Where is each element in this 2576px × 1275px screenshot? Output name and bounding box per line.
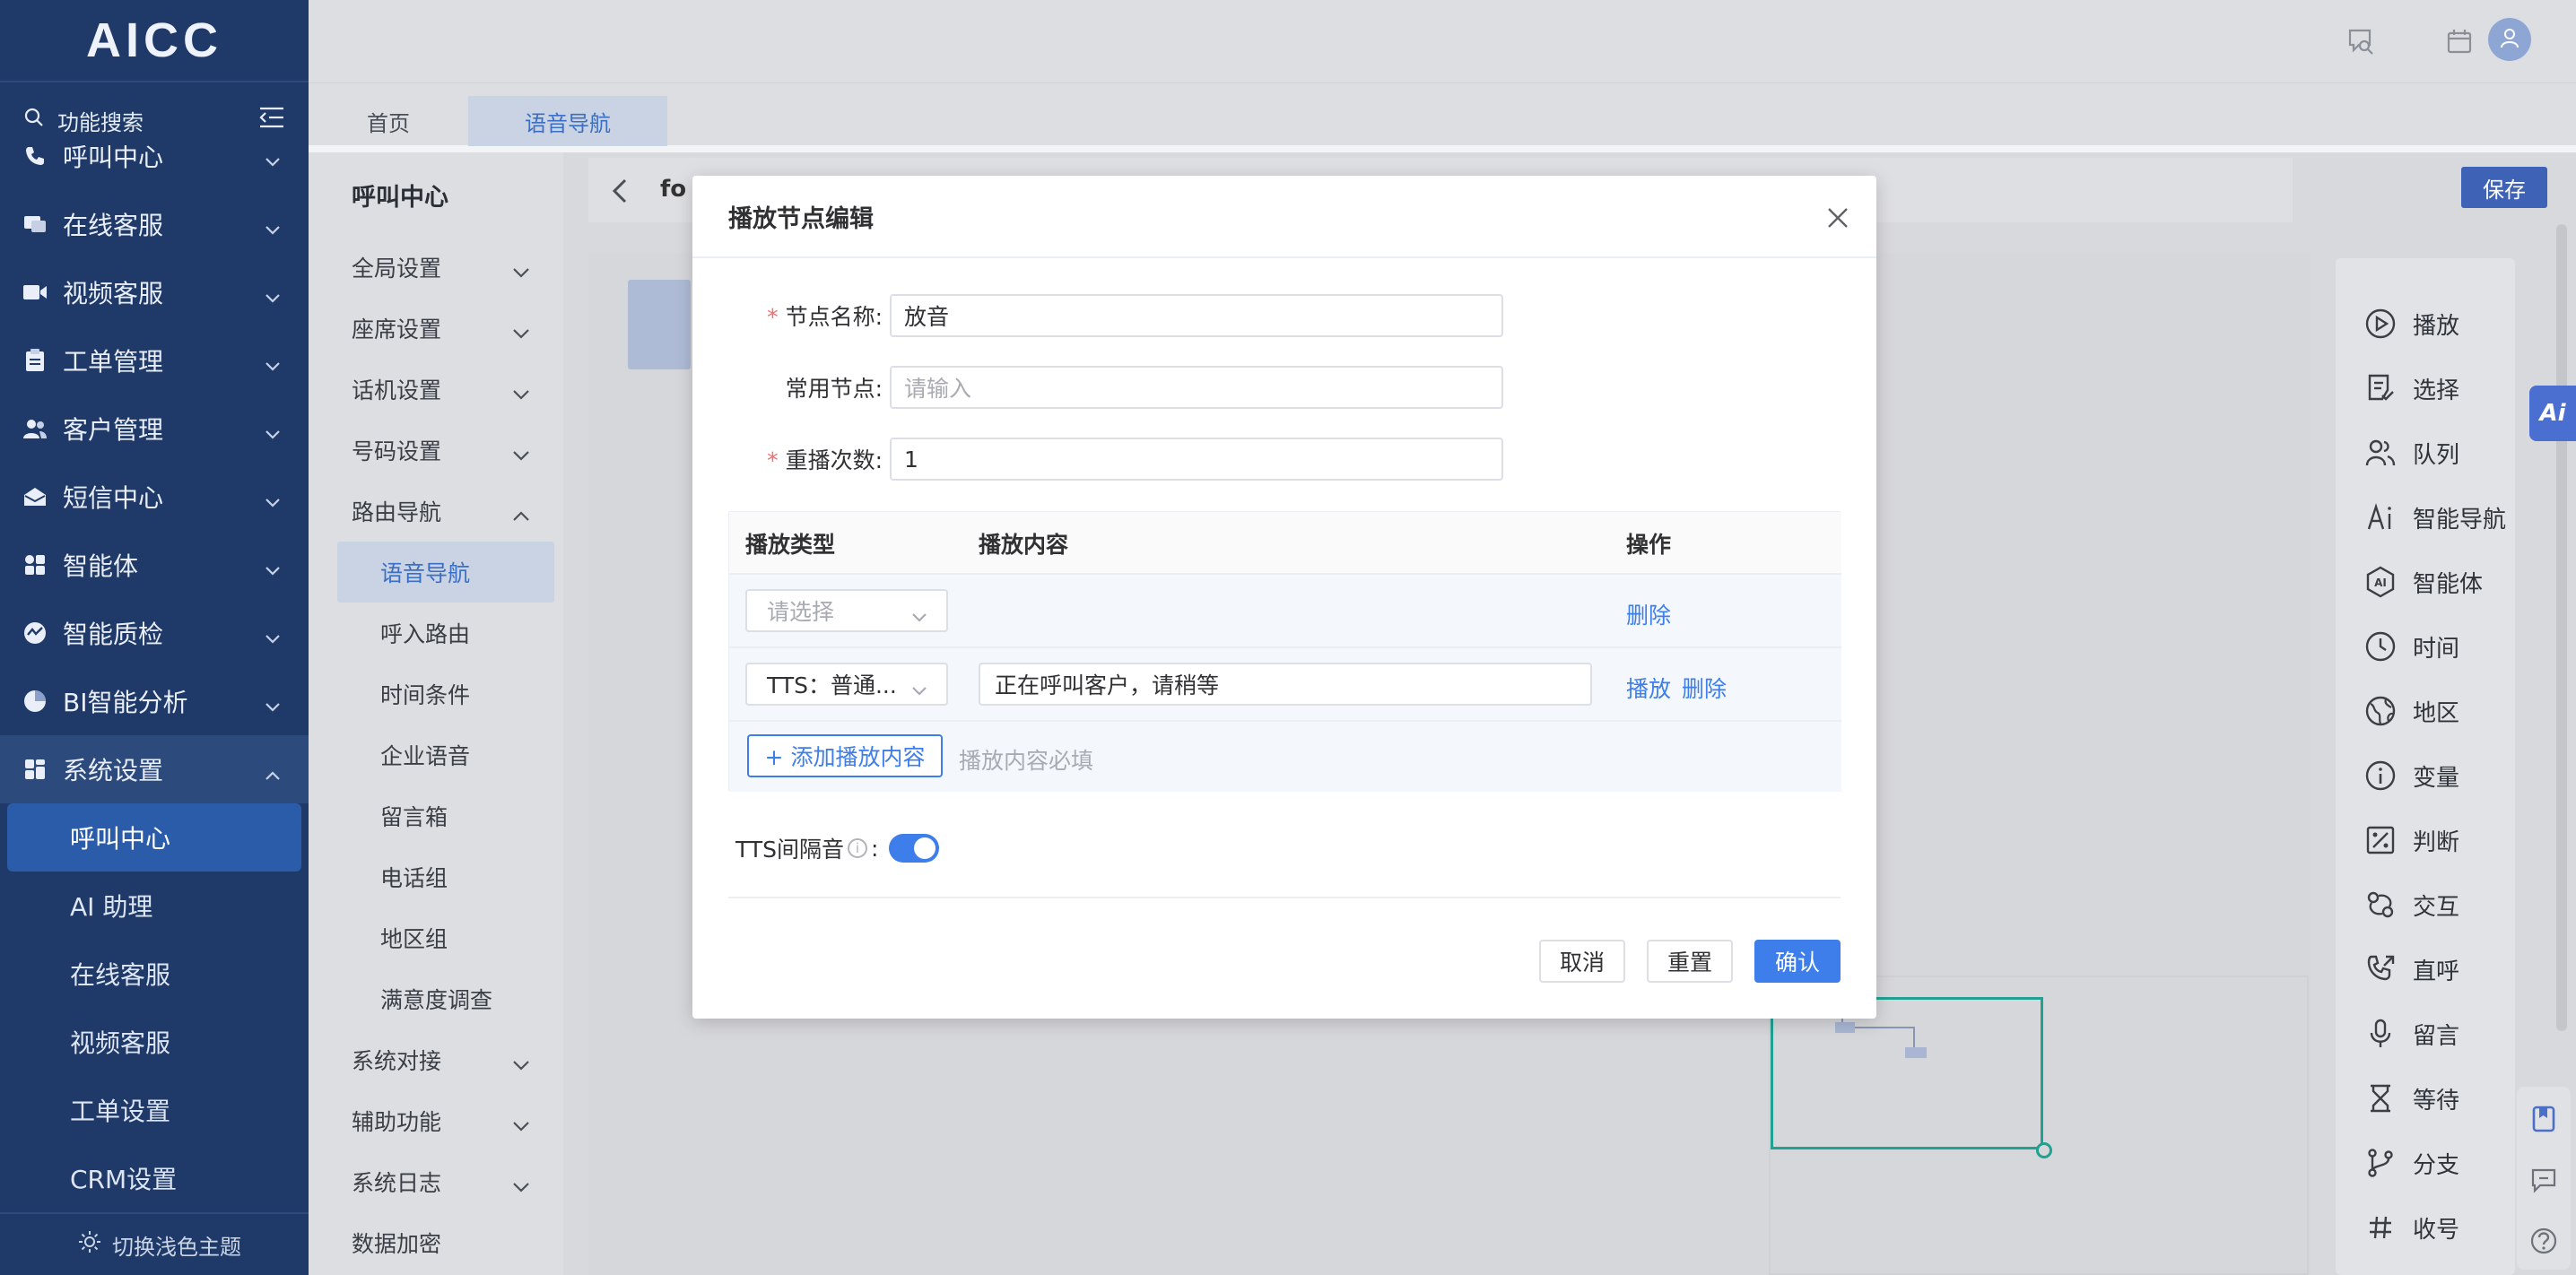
dialog-divider [728,897,1841,898]
table-row: 请选择 删除 [729,575,1841,648]
play-type-select-value: TTS：普通... [767,672,897,698]
app-root: AICC 功能搜索 呼叫中心 在线客服 视频客服 工单管理 客户管理 短信中心 … [0,0,2576,1275]
column-header-play-type: 播放类型 [745,532,836,558]
column-header-action: 操作 [1626,532,1672,558]
close-icon[interactable] [1826,206,1849,230]
play-type-select-value: 请选择 [767,599,835,625]
play-content-table: 播放类型 播放内容 操作 请选择 删除 TTS：普通... 正在呼叫客户，请稍等… [728,511,1841,792]
common-node-label: 常用节点: [785,376,883,402]
replay-count-input[interactable]: 1 [890,438,1503,481]
tts-interval-toggle[interactable] [889,834,940,863]
info-circle-icon[interactable]: i [847,838,867,858]
form-row-replay-count: * 重播次数: 1 [728,438,1503,481]
play-type-select[interactable]: TTS：普通... [745,663,948,706]
dialog-title: 播放节点编辑 [692,176,1876,258]
play-link[interactable]: 播放 [1626,672,1671,704]
delete-link[interactable]: 删除 [1626,598,1671,630]
required-mark: * [767,447,779,473]
delete-link[interactable]: 删除 [1682,672,1727,704]
confirm-button[interactable]: 确认 [1754,940,1841,983]
play-content-required-hint: 播放内容必填 [959,748,1094,774]
required-mark: * [767,304,779,330]
table-row: TTS：普通... 正在呼叫客户，请稍等 播放 删除 [729,648,1841,722]
toggle-knob [914,837,936,859]
add-content-row: + 添加播放内容 播放内容必填 [729,722,1841,792]
tts-interval-row: TTS间隔音 i : [735,827,940,870]
add-play-content-button[interactable]: + 添加播放内容 [747,734,943,777]
common-node-input[interactable]: 请输入 [890,366,1503,409]
reset-button[interactable]: 重置 [1647,940,1733,983]
column-header-play-content: 播放内容 [979,532,1069,558]
table-header: 播放类型 播放内容 操作 [729,512,1841,575]
cancel-button[interactable]: 取消 [1539,940,1625,983]
form-row-node-name: * 节点名称: 放音 [728,294,1503,337]
tts-interval-colon: : [870,835,879,862]
chevron-down-icon [910,603,928,629]
play-content-input[interactable]: 正在呼叫客户，请稍等 [979,663,1592,706]
play-node-edit-dialog: 播放节点编辑 * 节点名称: 放音 常用节点: 请输入 * 重播次数: 1 播放类型… [692,176,1876,1019]
node-name-label: * 节点名称: [767,304,883,330]
replay-count-label: * 重播次数: [767,447,883,473]
node-name-input[interactable]: 放音 [890,294,1503,337]
form-row-common-node: 常用节点: 请输入 [728,366,1503,409]
play-type-select[interactable]: 请选择 [745,589,948,632]
tts-interval-label: TTS间隔音 [735,837,844,863]
chevron-down-icon [910,677,928,703]
